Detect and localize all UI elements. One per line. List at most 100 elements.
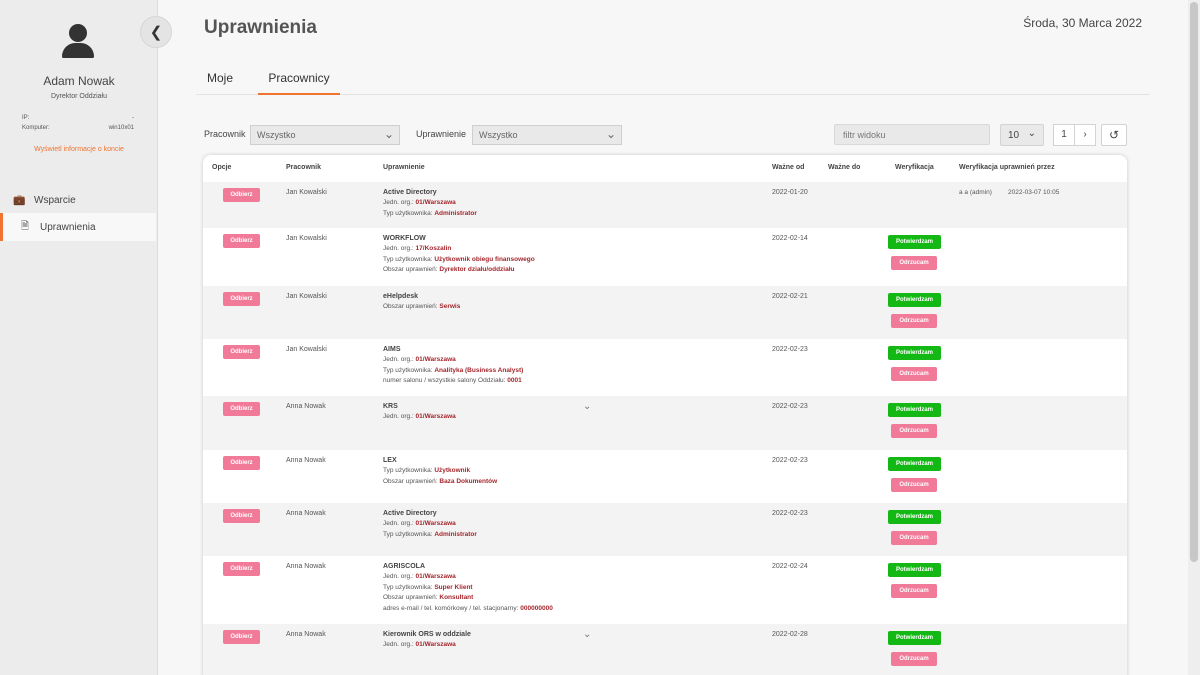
view-filter-input[interactable]: filtr widoku [834, 124, 990, 145]
table-row: Odbierz Jan Kowalski eHelpdesk Obszar upraw… [203, 286, 1127, 339]
confirm-button[interactable]: Potwierdzam [888, 563, 941, 577]
employee-name: Anna Nowak [286, 563, 326, 570]
confirm-button[interactable]: Potwierdzam [888, 293, 941, 307]
confirm-button[interactable]: Potwierdzam [888, 510, 941, 524]
confirm-button[interactable]: Potwierdzam [888, 457, 941, 471]
detail-value: 01/Warszawa [415, 573, 456, 580]
employee-select-value: Wszystko [257, 130, 296, 140]
permission-detail: Jedn. org.: 01/Warszawa [383, 199, 456, 206]
detail-value: Dyrektor działu/oddziału [439, 266, 515, 273]
detail-label: Jedn. org.: [383, 199, 416, 206]
valid-from-date: 2022-01-20 [772, 189, 808, 196]
reset-filters-button[interactable]: ↺ [1101, 124, 1127, 146]
reject-button[interactable]: Odrzucam [891, 531, 937, 545]
detail-value: 0001 [507, 377, 522, 384]
permissions-table: Opcje Pracownik Uprawnienie Ważne od Waż… [203, 155, 1127, 675]
detail-label: Typ użytkownika: [383, 467, 435, 474]
detail-value: 01/Warszawa [415, 520, 456, 527]
revoke-button[interactable]: Odbierz [223, 188, 260, 202]
sidebar-item-uprawnienia[interactable]: 🗎 Uprawnienia [0, 213, 156, 241]
computer-row: Komputer: win10x01 [22, 125, 134, 131]
permission-detail: Typ użytkownika: Użytkownik [383, 467, 470, 474]
permission-select[interactable]: Wszystko ⌄ [472, 125, 622, 145]
revoke-button[interactable]: Odbierz [223, 234, 260, 248]
permission-title: AIMS [383, 346, 401, 353]
verified-at: 2022-03-07 10:05 [1008, 189, 1060, 196]
permission-detail: Obszar uprawnień: Konsultant [383, 594, 473, 601]
permission-title: Kierownik ORS w oddziale [383, 631, 471, 638]
detail-label: numer salonu / wszystkie salony Oddziału… [383, 377, 508, 384]
reject-button[interactable]: Odrzucam [891, 367, 937, 381]
next-page-button[interactable]: › [1074, 124, 1096, 146]
tab-pracownicy[interactable]: Pracownicy [258, 70, 340, 95]
reject-button[interactable]: Odrzucam [891, 584, 937, 598]
reject-button[interactable]: Odrzucam [891, 256, 937, 270]
page-number-button[interactable]: 1 [1053, 124, 1075, 146]
employee-name: Jan Kowalski [286, 346, 327, 353]
employee-select[interactable]: Wszystko ⌄ [250, 125, 400, 145]
page-size-select[interactable]: 10 ⌄ [1000, 124, 1044, 146]
detail-value: Użytkownik obiegu finansowego [434, 255, 535, 263]
collapse-sidebar-button[interactable]: ❮ [140, 16, 172, 48]
detail-value: Super Klient [434, 583, 473, 591]
detail-label: Typ użytkownika: [383, 209, 435, 217]
employee-name: Anna Nowak [286, 631, 326, 638]
permission-title: LEX [383, 457, 397, 464]
column-header-options: Opcje [212, 164, 232, 171]
revoke-button[interactable]: Odbierz [223, 402, 260, 416]
revoke-button[interactable]: Odbierz [223, 509, 260, 523]
employee-name: Anna Nowak [286, 403, 326, 410]
permission-detail: Jedn. org.: 01/Warszawa [383, 413, 456, 420]
reject-button[interactable]: Odrzucam [891, 478, 937, 492]
revoke-button[interactable]: Odbierz [223, 292, 260, 306]
reject-button[interactable]: Odrzucam [891, 314, 937, 328]
permission-detail: numer salonu / wszystkie salony Oddziału… [383, 377, 522, 384]
scrollbar-thumb[interactable] [1190, 2, 1198, 562]
chevron-down-icon[interactable]: ⌄ [583, 401, 591, 412]
valid-from-date: 2022-02-21 [772, 293, 808, 300]
permission-detail: Obszar uprawnień: Serwis [383, 303, 460, 310]
reject-button[interactable]: Odrzucam [891, 652, 937, 666]
revoke-button[interactable]: Odbierz [223, 345, 260, 359]
employee-name: Jan Kowalski [286, 235, 327, 242]
detail-value: Analityka (Business Analyst) [434, 366, 524, 374]
table-row: Odbierz Jan Kowalski AIMS Jedn. org.: 01/Wa… [203, 339, 1127, 396]
valid-from-date: 2022-02-28 [772, 631, 808, 638]
revoke-button[interactable]: Odbierz [223, 456, 260, 470]
ip-label: IP: [22, 115, 30, 121]
permission-title: AGRISCOLA [383, 563, 425, 570]
confirm-button[interactable]: Potwierdzam [888, 403, 941, 417]
page-scrollbar[interactable] [1188, 0, 1200, 675]
column-header-employee: Pracownik [286, 164, 322, 171]
ip-value: - [132, 115, 134, 121]
sidebar-item-wsparcie[interactable]: 💼 Wsparcie [0, 186, 156, 214]
employee-name: Anna Nowak [286, 457, 326, 464]
detail-value: Baza Dokumentów [439, 477, 498, 485]
confirm-button[interactable]: Potwierdzam [888, 235, 941, 249]
detail-label: Typ użytkownika: [383, 255, 435, 263]
employee-name: Jan Kowalski [286, 189, 327, 196]
briefcase-icon: 💼 [13, 194, 26, 206]
detail-label: Obszar uprawnień: [383, 594, 440, 601]
chevron-down-icon[interactable]: ⌄ [583, 629, 591, 640]
permission-title: Active Directory [383, 510, 437, 517]
tab-moje[interactable]: Moje [197, 70, 243, 95]
avatar-icon [62, 24, 94, 58]
column-header-verified-by: Weryfikacja uprawnień przez [959, 164, 1055, 171]
permission-detail: Obszar uprawnień: Baza Dokumentów [383, 478, 497, 485]
permission-detail: Jedn. org.: 01/Warszawa [383, 520, 456, 527]
detail-value: Serwis [439, 303, 461, 310]
permission-title: WORKFLOW [383, 235, 426, 242]
chevron-down-icon: ⌄ [1027, 128, 1036, 139]
confirm-button[interactable]: Potwierdzam [888, 631, 941, 645]
revoke-button[interactable]: Odbierz [223, 630, 260, 644]
account-info-link[interactable]: Wyświetl informacje o koncie [0, 146, 158, 153]
table-row: Odbierz Anna Nowak Active Directory Jedn. o… [203, 503, 1127, 556]
table-row: Odbierz Anna Nowak LEX Typ użytkownika: Uży… [203, 450, 1127, 503]
revoke-button[interactable]: Odbierz [223, 562, 260, 576]
reject-button[interactable]: Odrzucam [891, 424, 937, 438]
confirm-button[interactable]: Potwierdzam [888, 346, 941, 360]
table-row: Odbierz Anna Nowak AGRISCOLA Jedn. org.: 01… [203, 556, 1127, 624]
permission-title: KRS [383, 403, 398, 410]
page-title: Uprawnienia [204, 17, 317, 38]
